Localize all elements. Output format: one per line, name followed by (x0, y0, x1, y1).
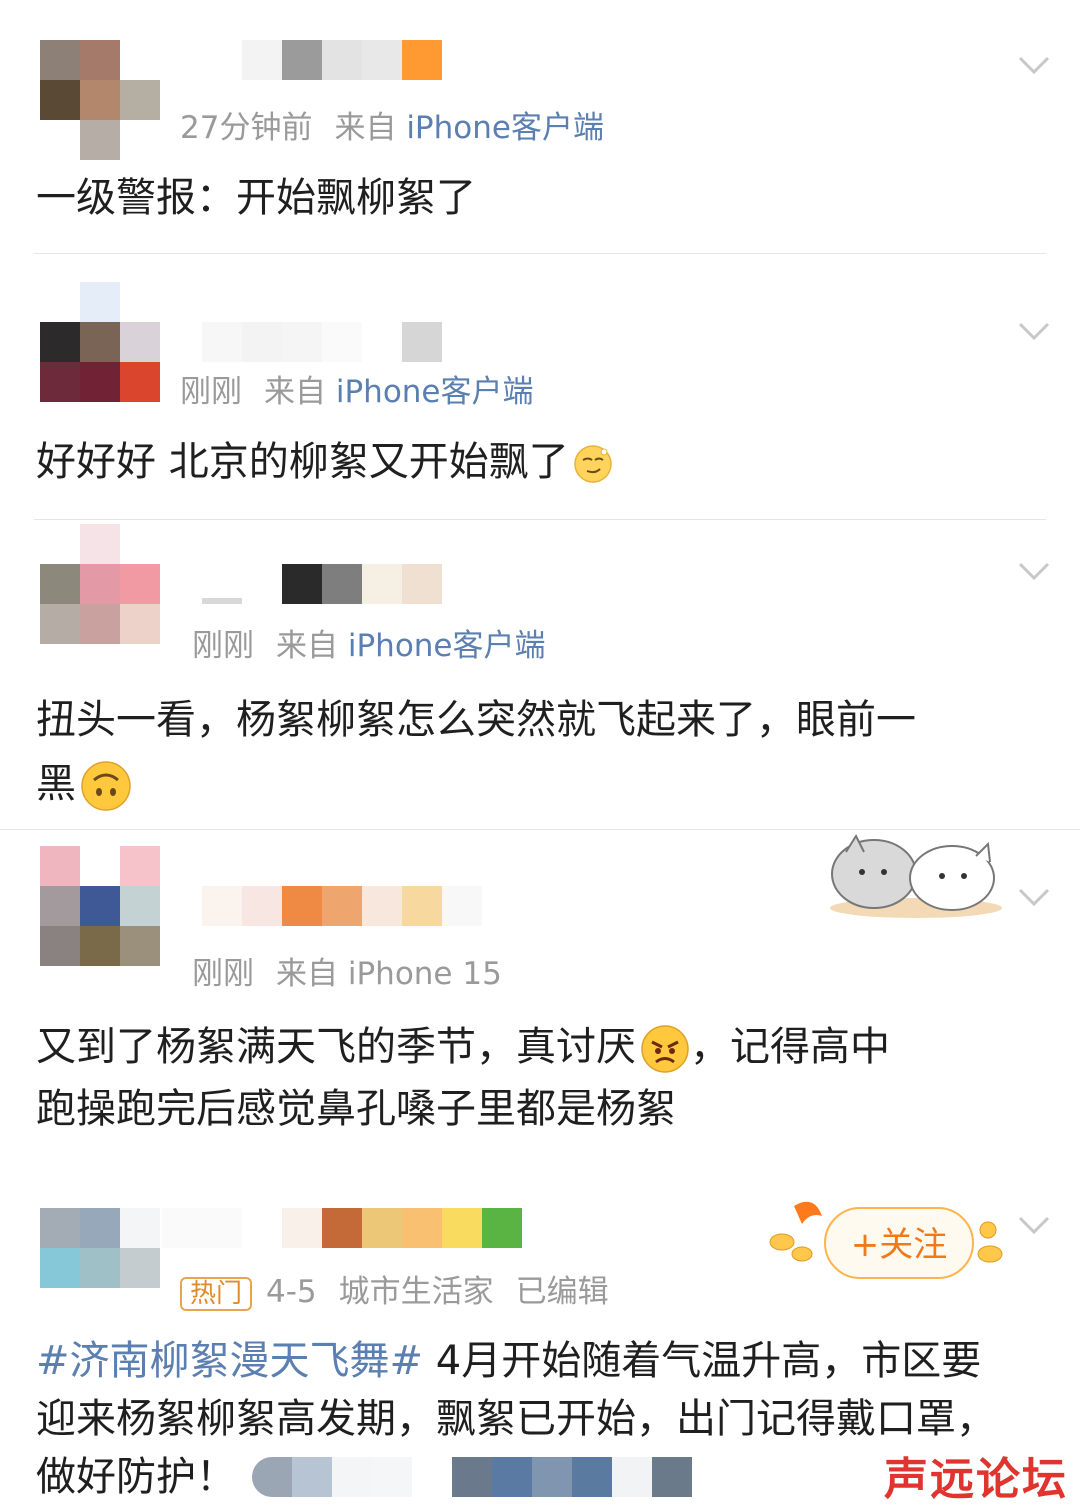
username-blurred[interactable] (202, 564, 442, 604)
coin-decoration-icon (769, 1201, 822, 1262)
post-meta: 热门 4-5 城市生活家 已编辑 (180, 1266, 609, 1311)
chevron-down-icon[interactable] (1016, 312, 1052, 348)
post-edited: 已编辑 (515, 1274, 609, 1310)
post-text-content: 做好防护！ (36, 1454, 236, 1500)
post-source[interactable]: iPhone客户端 (406, 110, 604, 146)
post-text-content: 4月开始随着气温升高，市区要 (435, 1338, 982, 1384)
post-text-line: 扭头一看，杨絮柳絮怎么突然就飞起来了，眼前一 (36, 697, 916, 743)
hot-badge: 热门 (180, 1277, 253, 1311)
post-date: 4-5 (266, 1274, 317, 1310)
post-author[interactable]: 城市生活家 (339, 1274, 494, 1310)
post-text-content: 好好好 北京的柳絮又开始飘了 (36, 439, 569, 485)
post-time: 刚刚 (192, 628, 254, 664)
username-blurred[interactable] (202, 322, 442, 362)
post-text-content: ，记得高中 (690, 1024, 890, 1070)
avatar[interactable] (40, 524, 160, 644)
username-blurred[interactable] (242, 40, 442, 80)
post-from: 来自 (276, 956, 338, 992)
post-time: 27分钟前 (180, 110, 313, 146)
post-text-content: 又到了杨絮满天飞的季节，真讨厌 (36, 1024, 636, 1070)
smirk-emoji-icon (573, 445, 612, 483)
post-text-line-2: 迎来杨絮柳絮高发期，飘絮已开始，出门记得戴口罩， (36, 1396, 996, 1442)
post-text-line-2: 跑操跑完后感觉鼻孔嗓子里都是杨絮 (36, 1086, 676, 1132)
post-meta: 刚刚 来自 iPhone 15 (192, 948, 502, 993)
upside-down-face-emoji-icon (81, 761, 131, 811)
post-from: 来自 (334, 110, 397, 146)
post-text-content: 黑 (36, 761, 76, 807)
post-text: 又到了杨絮满天飞的季节，真讨厌 ，记得高中 跑操跑完后感觉鼻孔嗓子里都是杨絮 (36, 1016, 1040, 1140)
post-text-line-1: 又到了杨絮满天飞的季节，真讨厌 ，记得高中 (36, 1016, 1040, 1078)
post-text: 好好好 北京的柳絮又开始飘了 (36, 432, 1040, 492)
chevron-down-icon[interactable] (1016, 46, 1052, 82)
username-blurred[interactable] (162, 1208, 522, 1248)
post-text: 扭头一看，杨絮柳絮怎么突然就飞起来了，眼前一 黑 (36, 688, 1040, 816)
topic-hashtag[interactable]: #济南柳絮漫天飞舞# (36, 1338, 423, 1384)
avatar[interactable] (40, 1208, 160, 1288)
post-text-line-1: #济南柳絮漫天飞舞# 4月开始随着气温升高，市区要 (36, 1332, 1040, 1390)
chevron-down-icon[interactable] (1016, 1206, 1052, 1242)
post-from: 来自 (264, 374, 326, 410)
post-source[interactable]: iPhone客户端 (336, 374, 534, 410)
post-time: 刚刚 (192, 956, 254, 992)
watermark-logo: 声远论坛 (884, 1454, 1068, 1505)
post-time: 刚刚 (180, 374, 242, 410)
username-blurred[interactable] (202, 886, 482, 926)
post-text: 一级警报：开始飘柳絮了 (36, 175, 476, 221)
cute-cats-sticker-icon (830, 833, 1002, 918)
coin-decoration-icon (977, 1221, 1003, 1263)
angry-face-emoji-icon (641, 1025, 689, 1073)
post-meta: 刚刚 来自 iPhone客户端 (192, 620, 546, 665)
blurred-link[interactable] (252, 1457, 692, 1497)
post-text-line-2: 黑 (36, 752, 1040, 816)
avatar[interactable] (40, 846, 160, 966)
post-source[interactable]: iPhone 15 (348, 956, 502, 992)
avatar[interactable] (40, 40, 160, 160)
divider (34, 253, 1046, 254)
post-meta: 刚刚 来自 iPhone客户端 (180, 366, 534, 411)
follow-button[interactable]: +关注 (824, 1207, 974, 1279)
avatar[interactable] (40, 282, 160, 402)
post-source[interactable]: iPhone客户端 (348, 628, 546, 664)
post-meta: 27分钟前 来自 iPhone客户端 (180, 102, 604, 147)
chevron-down-icon[interactable] (1016, 878, 1052, 914)
divider (34, 519, 1046, 520)
chevron-down-icon[interactable] (1016, 552, 1052, 588)
post-from: 来自 (276, 628, 338, 664)
